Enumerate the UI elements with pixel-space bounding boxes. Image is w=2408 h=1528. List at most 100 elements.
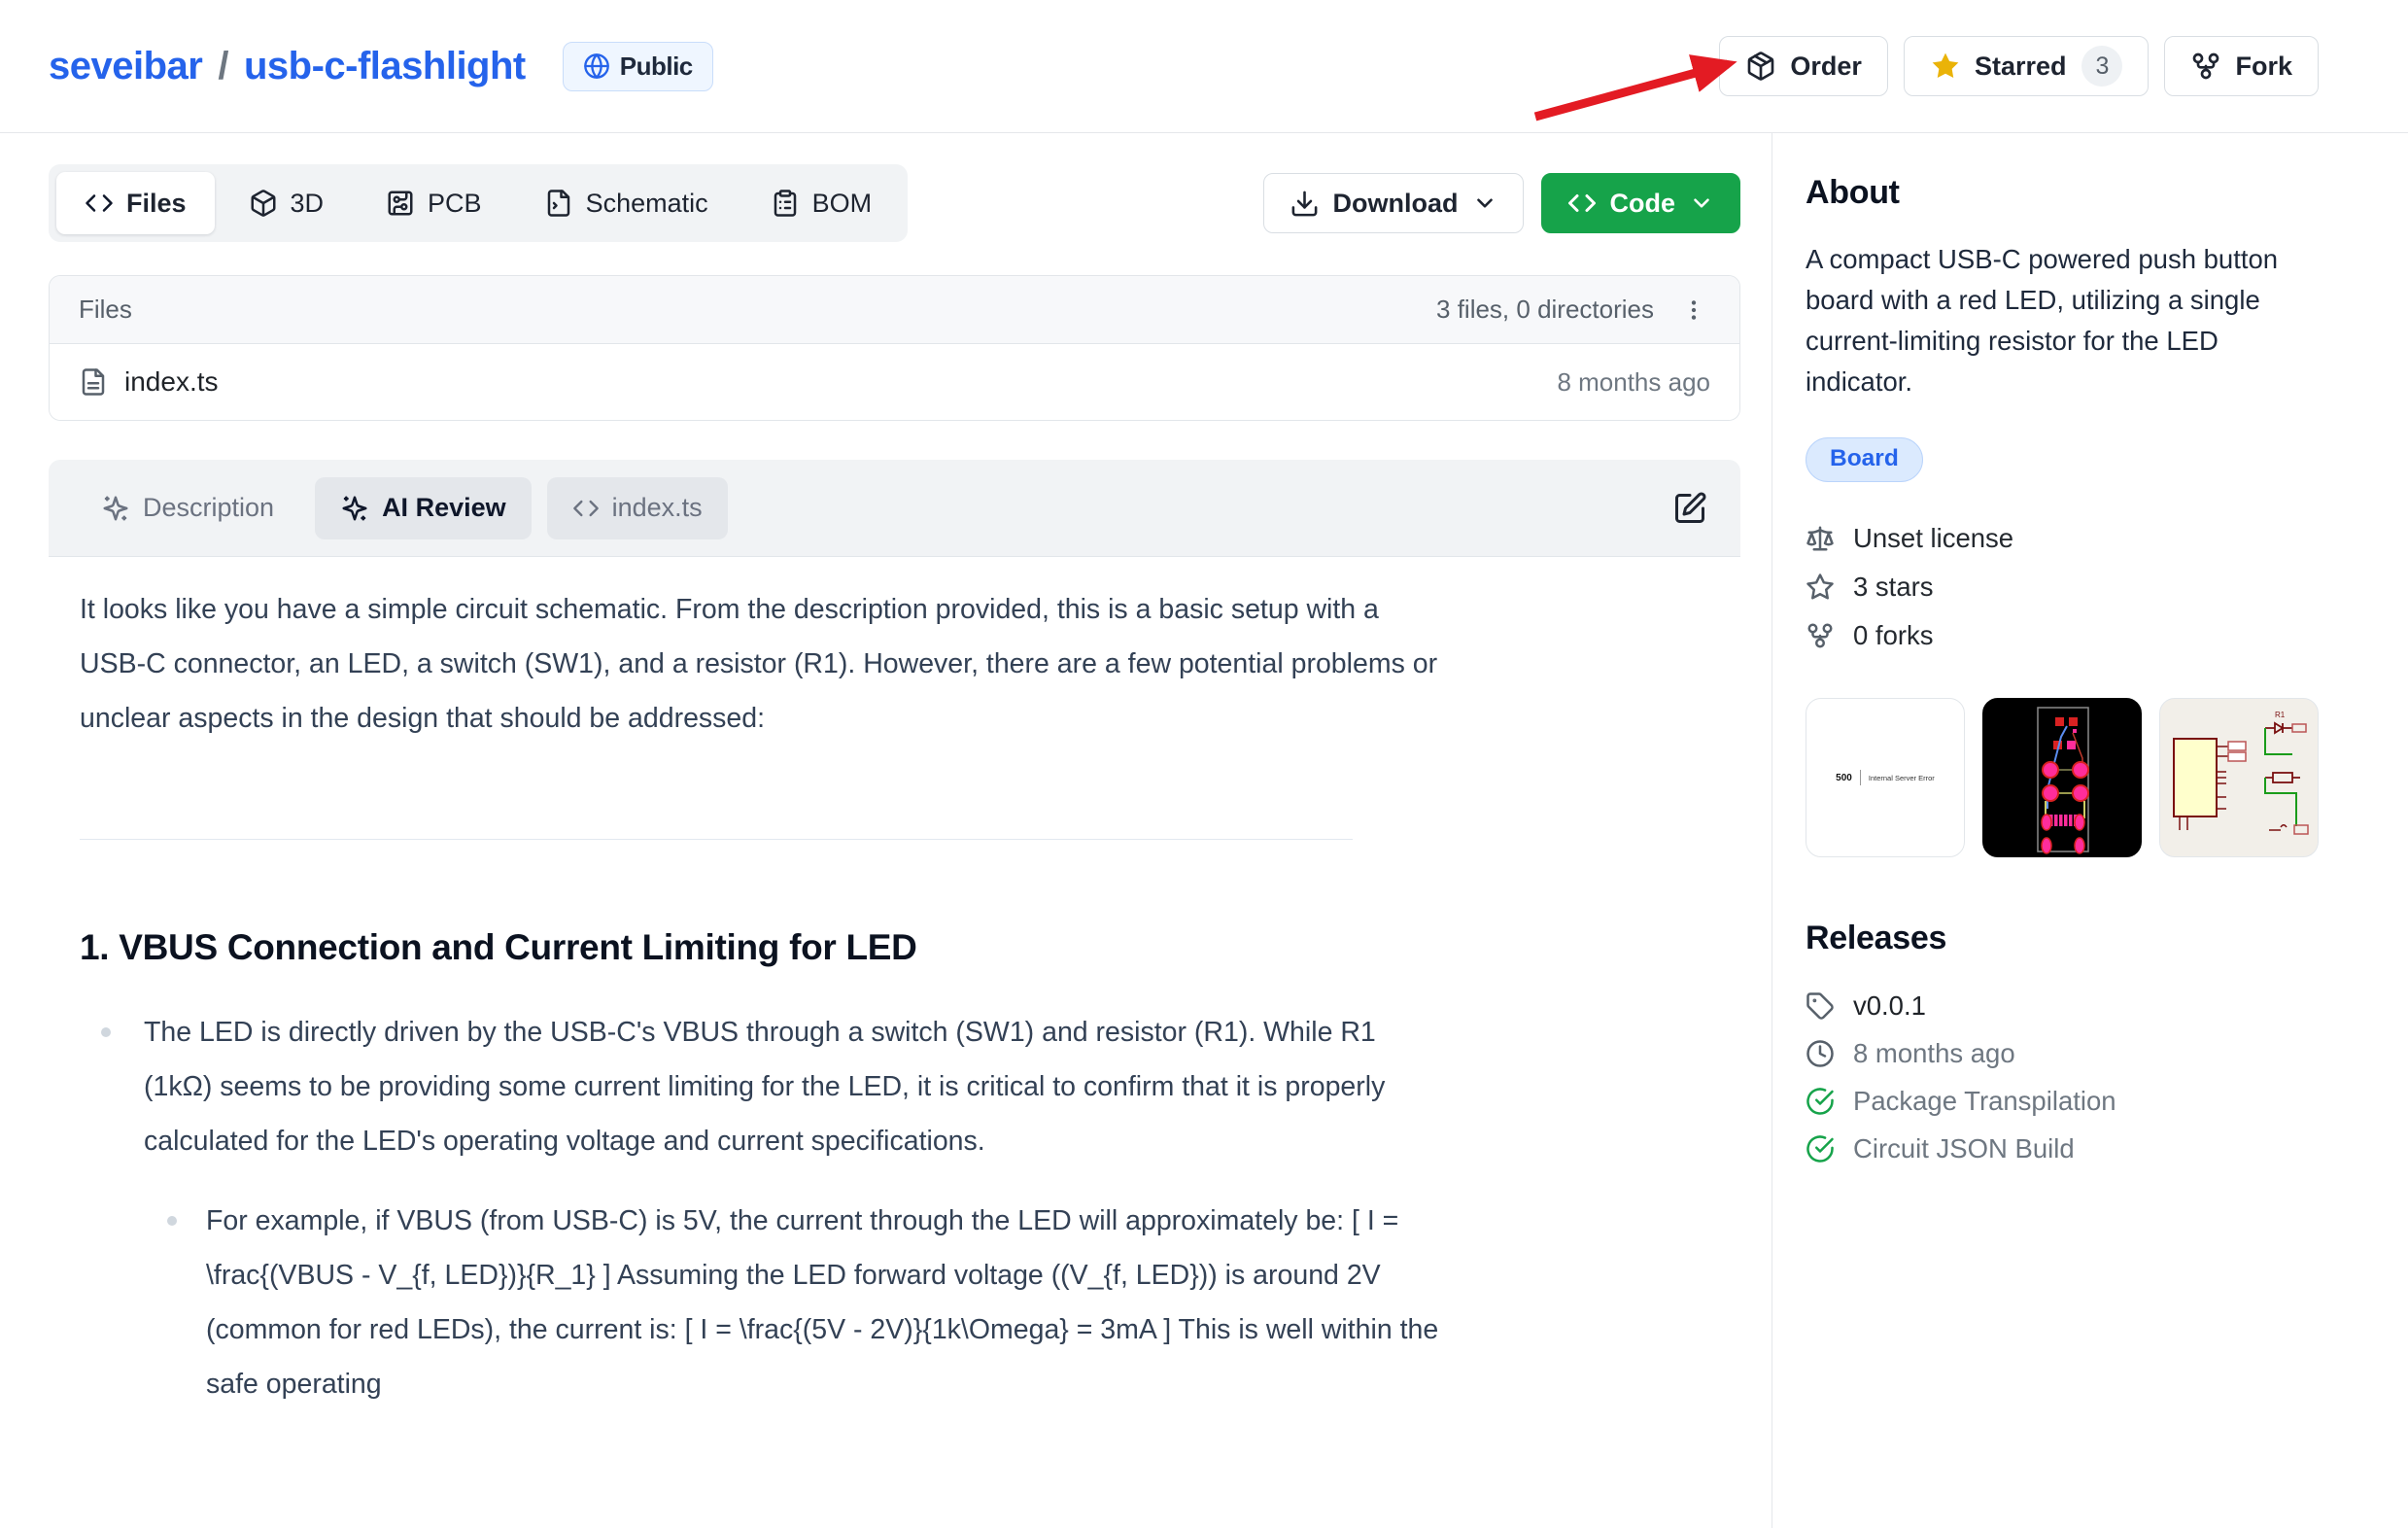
release-check-label: Package Transpilation <box>1853 1086 2116 1117</box>
code-button-label: Code <box>1610 189 1676 219</box>
tab-description[interactable]: Description <box>76 477 299 539</box>
chevron-down-icon <box>1689 191 1714 216</box>
list-item-text: For example, if VBUS (from USB-C) is 5V,… <box>206 1205 1438 1400</box>
preview-thumbnails: 500 Internal Server Error <box>1806 698 2324 857</box>
circuit-board-icon <box>386 189 415 218</box>
files-panel-title: Files <box>79 295 132 325</box>
fork-button[interactable]: Fork <box>2164 36 2319 96</box>
about-title: About <box>1806 174 2324 212</box>
repo-title: seveibar / usb-c-flashlight Public <box>49 42 713 91</box>
topic-chip-board[interactable]: Board <box>1806 437 1923 482</box>
file-name-link[interactable]: index.ts <box>124 366 219 398</box>
repo-separator: / <box>218 45 228 88</box>
tab-ai-review-label: AI Review <box>382 493 506 523</box>
repo-name-link[interactable]: usb-c-flashlight <box>244 45 526 88</box>
releases-title: Releases <box>1806 920 2324 957</box>
globe-icon <box>583 52 610 80</box>
tab-index-ts-label: index.ts <box>612 493 703 523</box>
star-icon <box>1930 51 1961 82</box>
files-panel: Files 3 files, 0 directories index.ts 8 … <box>49 275 1740 421</box>
viewer-tab-bar: Description AI Review index.ts <box>49 460 1740 557</box>
tab-index-ts[interactable]: index.ts <box>547 477 728 539</box>
sparkles-icon <box>340 494 369 523</box>
clipboard-list-icon <box>771 189 800 218</box>
file-updated: 8 months ago <box>1557 367 1710 398</box>
tab-pcb[interactable]: PCB <box>358 172 510 234</box>
error-code: 500 <box>1836 773 1852 783</box>
license-label: Unset license <box>1853 523 2013 554</box>
about-description: A compact USB-C powered push button boar… <box>1806 239 2324 402</box>
release-list: v0.0.1 8 months ago Package Transpilatio… <box>1806 990 2324 1164</box>
list-item: The LED is directly driven by the USB-C'… <box>80 1005 1448 1411</box>
scale-icon <box>1806 524 1835 553</box>
code-icon <box>85 189 114 218</box>
nested-bullet-list: For example, if VBUS (from USB-C) is 5V,… <box>144 1194 1448 1411</box>
table-row[interactable]: index.ts 8 months ago <box>50 344 1739 420</box>
files-panel-header: Files 3 files, 0 directories <box>50 276 1739 344</box>
release-version: v0.0.1 <box>1853 990 1926 1022</box>
tab-schematic[interactable]: Schematic <box>516 172 737 234</box>
tag-icon <box>1806 991 1835 1021</box>
order-button-label: Order <box>1790 52 1862 82</box>
tab-bom-label: BOM <box>812 189 873 219</box>
file-text-icon <box>79 367 108 397</box>
release-version-row: v0.0.1 <box>1806 990 2324 1022</box>
public-badge-label: Public <box>620 52 693 82</box>
thumbnail-schematic-preview[interactable]: R1 <box>2159 698 2319 857</box>
sparkles-icon <box>101 494 130 523</box>
clock-icon <box>1806 1039 1835 1068</box>
license-row: Unset license <box>1806 523 2324 554</box>
ai-review-content: It looks like you have a simple circuit … <box>49 557 1448 1411</box>
download-button-label: Download <box>1333 189 1459 219</box>
thumbnail-3d-preview[interactable]: 500 Internal Server Error <box>1806 698 1965 857</box>
tab-3d[interactable]: 3D <box>221 172 353 234</box>
view-tabs: Files 3D PCB <box>49 164 908 242</box>
release-check-label: Circuit JSON Build <box>1853 1133 2075 1164</box>
repo-meta-list: Unset license 3 stars 0 forks <box>1806 523 2324 651</box>
check-circle-icon <box>1806 1134 1835 1163</box>
package-icon <box>1745 51 1776 82</box>
kebab-icon[interactable] <box>1677 294 1710 327</box>
public-badge: Public <box>563 42 713 91</box>
code-icon <box>572 495 600 522</box>
svg-text:R1: R1 <box>2275 711 2286 719</box>
fork-button-label: Fork <box>2235 52 2292 82</box>
git-fork-icon <box>2190 51 2221 82</box>
tab-3d-label: 3D <box>291 189 325 219</box>
toolbar: Files 3D PCB <box>49 164 1740 242</box>
bullet-list: The LED is directly driven by the USB-C'… <box>80 1005 1448 1411</box>
starred-button[interactable]: Starred 3 <box>1904 36 2150 96</box>
release-age-row: 8 months ago <box>1806 1038 2324 1069</box>
order-button[interactable]: Order <box>1719 36 1888 96</box>
stars-row: 3 stars <box>1806 572 2324 603</box>
section-divider <box>80 839 1353 840</box>
error-message: Internal Server Error <box>1869 774 1935 782</box>
tab-bom[interactable]: BOM <box>742 172 901 234</box>
forks-row: 0 forks <box>1806 620 2324 651</box>
files-summary: 3 files, 0 directories <box>1436 295 1654 325</box>
edit-icon[interactable] <box>1667 485 1713 532</box>
chevron-down-icon <box>1472 191 1497 216</box>
tab-description-label: Description <box>143 493 274 523</box>
section-heading: 1. VBUS Connection and Current Limiting … <box>80 925 1448 970</box>
thumbnail-pcb-preview[interactable] <box>1982 698 2142 857</box>
pcb-thumbnail-image <box>1983 700 2140 856</box>
download-button[interactable]: Download <box>1263 173 1524 233</box>
star-count-badge: 3 <box>2081 46 2122 87</box>
repo-owner-link[interactable]: seveibar <box>49 45 202 88</box>
stars-label: 3 stars <box>1853 572 1934 603</box>
list-item-text: The LED is directly driven by the USB-C'… <box>144 1017 1385 1157</box>
check-circle-icon <box>1806 1087 1835 1116</box>
git-fork-icon <box>1806 621 1835 650</box>
box-icon <box>249 189 278 218</box>
toolbar-actions: Download Code <box>1263 173 1741 233</box>
tab-files-label: Files <box>126 189 187 219</box>
tab-files[interactable]: Files <box>56 172 215 234</box>
code-button[interactable]: Code <box>1541 173 1741 233</box>
download-icon <box>1290 189 1320 219</box>
tab-ai-review[interactable]: AI Review <box>315 477 532 539</box>
repo-header: seveibar / usb-c-flashlight Public Order… <box>0 0 2408 133</box>
sidebar: About A compact USB-C powered push butto… <box>1772 133 2408 1528</box>
code-icon <box>1567 189 1597 218</box>
schematic-thumbnail-image: R1 <box>2160 700 2317 856</box>
